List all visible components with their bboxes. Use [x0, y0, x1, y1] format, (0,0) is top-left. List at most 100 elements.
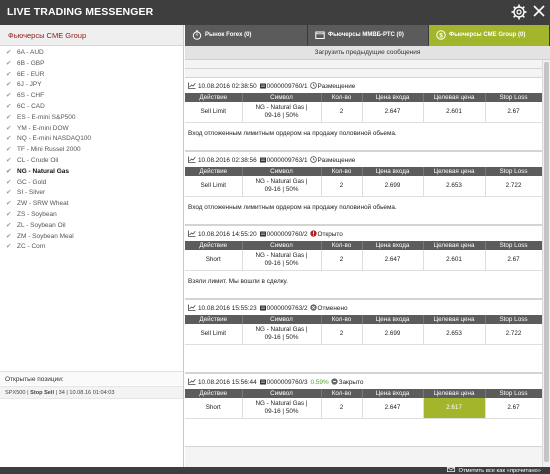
table-row: Sell Limit NG - Natural Gas | 09-16 | 50% 2…	[185, 324, 542, 345]
column-header: Stop Loss	[485, 389, 542, 398]
instrument-item[interactable]: ✔ ZW - SRW Wheat	[0, 199, 183, 210]
instrument-item[interactable]: ✔ ZC - Corn	[0, 242, 183, 253]
app-window: LIVE TRADING MESSENGER Фьючерсы CME Grou…	[0, 0, 550, 474]
ticket-icon	[259, 157, 266, 163]
chart-icon	[188, 378, 196, 385]
symbol-line-1: NG - Natural Gas |	[255, 325, 308, 333]
table-row: Short NG - Natural Gas | 09-16 | 50% 2 2.647…	[185, 250, 542, 271]
check-icon: ✔	[6, 135, 12, 143]
cell-stop-loss: 2.722	[485, 176, 542, 197]
column-header: Stop Loss	[485, 241, 542, 250]
cell-entry-price: 2.699	[362, 324, 424, 345]
cell-target-price: 2.601	[423, 250, 486, 271]
message-note: Вход отложенным лимитным ордером на прод…	[188, 204, 397, 211]
instrument-label: 6B - GBP	[17, 59, 45, 67]
instrument-item[interactable]: ✔ SI - Silver	[0, 188, 183, 199]
chart-icon	[188, 304, 196, 311]
gear-icon[interactable]	[511, 4, 527, 20]
message-status: Отменено	[317, 305, 348, 312]
instrument-label: 6J - JPY	[17, 81, 42, 89]
envelope-icon	[447, 467, 456, 472]
instrument-item[interactable]: ✔ 6B - GBP	[0, 59, 183, 70]
cell-target-price: 2.653	[423, 324, 486, 345]
tab-cme-futures[interactable]: $ Фьючерсы CME Group (0)	[429, 25, 550, 46]
position-type: Stop Sell	[30, 390, 55, 396]
scrollbar[interactable]	[542, 60, 550, 467]
check-icon: ✔	[6, 210, 12, 218]
cell-target-price: 2.601	[423, 102, 486, 123]
cell-qty: 2	[321, 398, 363, 419]
instrument-label: TF - Mini Russel 2000	[17, 146, 81, 154]
column-header: Цена входа	[362, 241, 424, 250]
instrument-label: CL - Crude Oil	[17, 156, 59, 164]
message-note: Взяли лимит. Мы вошли в сделку.	[188, 278, 288, 285]
symbol-line-2: 09-16 | 50%	[264, 185, 299, 193]
cell-symbol: NG - Natural Gas | 09-16 | 50%	[242, 324, 322, 345]
instrument-item[interactable]: ✔ 6C - CAD	[0, 102, 183, 113]
column-header: Действие	[185, 241, 243, 250]
clock-icon	[309, 82, 317, 89]
message-card: 10.08.2016 15:56:44 0000009760/3 0.59% Закр…	[185, 373, 542, 447]
instrument-item[interactable]: ✔ GC - Gold	[0, 178, 183, 189]
instrument-item[interactable]: ✔ 6E - EUR	[0, 70, 183, 81]
column-header: Кол-во	[321, 93, 363, 102]
position-qty: 34	[58, 390, 65, 396]
message-card: 10.08.2016 02:38:56 0000009763/1 Размещени…	[185, 151, 542, 225]
check-icon: ✔	[6, 232, 12, 240]
messages-feed: 10.08.2016 02:38:50 0000009760/1 Размещени…	[185, 60, 542, 467]
instrument-item[interactable]: ✔ YM - E-mini DOW	[0, 124, 183, 135]
chart-icon	[188, 156, 196, 163]
cell-stop-loss: 2.722	[485, 324, 542, 345]
cell-action: Sell Limit	[185, 102, 243, 123]
close-icon[interactable]	[532, 4, 546, 18]
ticket-icon	[259, 231, 266, 237]
tab-bar: Рынок Forex (0) Фьючерсы ММВБ-РТС (0) $ …	[185, 25, 550, 46]
message-datetime: 10.08.2016 15:55:23	[198, 305, 257, 312]
load-previous-button[interactable]: Загрузить предыдущие сообщения	[185, 46, 550, 60]
cell-stop-loss: 2.67	[485, 102, 542, 123]
symbol-line-2: 09-16 | 50%	[264, 407, 299, 415]
instrument-item[interactable]: ✔ ZS - Soybean	[0, 210, 183, 221]
app-title: LIVE TRADING MESSENGER	[7, 6, 154, 18]
symbol-line-2: 09-16 | 50%	[264, 259, 299, 267]
check-icon: ✔	[6, 221, 12, 229]
instrument-item[interactable]: ✔ ES - E-mini S&P500	[0, 113, 183, 124]
instrument-item[interactable]: ✔ ZL - Soybean Oil	[0, 221, 183, 232]
tab-forex[interactable]: Рынок Forex (0)	[185, 25, 308, 46]
instrument-item[interactable]: ✔ 6J - JPY	[0, 80, 183, 91]
cell-stop-loss: 2.67	[485, 398, 542, 419]
cell-entry-price: 2.699	[362, 176, 424, 197]
tab-moex-futures[interactable]: Фьючерсы ММВБ-РТС (0)	[308, 25, 429, 46]
instrument-item[interactable]: ✔ TF - Mini Russel 2000	[0, 145, 183, 156]
cell-entry-price: 2.647	[362, 398, 424, 419]
instrument-item[interactable]: ✔ NQ - E-mini NASDAQ100	[0, 134, 183, 145]
table-row: Sell Limit NG - Natural Gas | 09-16 | 50% 2…	[185, 176, 542, 197]
message-status: Открыто	[317, 231, 343, 238]
check-icon: ✔	[6, 102, 12, 110]
column-header: Целевая цена	[423, 241, 486, 250]
column-header: Цена входа	[362, 93, 424, 102]
cell-qty: 2	[321, 324, 363, 345]
column-header: Символ	[242, 315, 322, 324]
message-ticket: 0000009760/2	[266, 231, 308, 238]
instrument-item[interactable]: ✔ NG - Natural Gas	[0, 167, 183, 178]
closed-icon	[330, 378, 338, 385]
symbol-line-1: NG - Natural Gas |	[255, 399, 308, 407]
instruments-panel: Фьючерсы CME Group ✔ 6A - AUD ✔ 6B - GBP ✔ 6E…	[0, 25, 184, 474]
instrument-label: ZC - Corn	[17, 243, 46, 251]
mark-all-read-link[interactable]: Отметить все как «прочитано»	[458, 468, 541, 474]
instrument-item[interactable]: ✔ 6S - CHF	[0, 91, 183, 102]
cell-entry-price: 2.647	[362, 102, 424, 123]
instrument-item[interactable]: ✔ 6A - AUD	[0, 48, 183, 59]
column-header: Символ	[242, 241, 322, 250]
ticket-icon	[259, 305, 266, 311]
column-header: Целевая цена	[423, 93, 486, 102]
instrument-item[interactable]: ✔ CL - Crude Oil	[0, 156, 183, 167]
column-header: Stop Loss	[485, 315, 542, 324]
instrument-item[interactable]: ✔ ZM - Soybean Meal	[0, 232, 183, 243]
open-position-row[interactable]: SPX500 | Stop Sell | 34 | 10.08.16 01:04…	[0, 386, 183, 399]
instrument-label: NG - Natural Gas	[17, 167, 70, 175]
scrollbar-thumb[interactable]	[544, 62, 549, 462]
tab-forex-label: Рынок Forex (0)	[205, 32, 252, 38]
check-icon: ✔	[6, 178, 12, 186]
